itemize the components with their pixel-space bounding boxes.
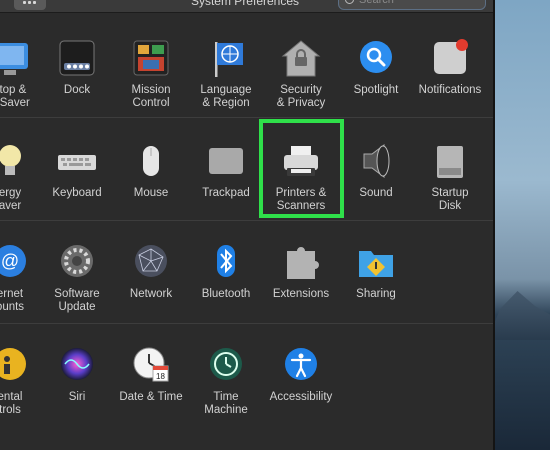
search-field[interactable] — [338, 0, 486, 10]
at-sign-icon: @ — [0, 243, 30, 283]
desktop-background — [490, 0, 550, 450]
sharing-folder-icon — [356, 243, 396, 283]
pref-label: Sound — [359, 187, 393, 199]
pref-notifications[interactable]: Notifications — [408, 39, 492, 97]
pref-label: Startup Disk — [431, 187, 469, 212]
pref-label: Security & Privacy — [276, 84, 326, 109]
speaker-icon — [356, 142, 396, 182]
search-input[interactable] — [359, 0, 479, 7]
pref-label: Bluetooth — [201, 288, 251, 300]
pref-label: Time Machine — [204, 391, 248, 416]
printers-highlight-box — [259, 119, 344, 218]
keyboard-icon — [57, 142, 97, 182]
pref-label: Siri — [68, 391, 86, 403]
pref-language-region[interactable]: Language & Region — [184, 39, 268, 110]
parental-controls-icon — [0, 346, 30, 386]
pref-label: Dock — [63, 84, 91, 96]
pref-label: Network — [129, 288, 173, 300]
pref-label: Mouse — [133, 187, 169, 199]
search-icon — [345, 0, 354, 4]
row-divider — [0, 117, 493, 118]
pref-bluetooth[interactable]: Bluetooth — [184, 243, 268, 301]
pref-siri[interactable]: Siri — [35, 346, 119, 404]
pref-label: Accessibility — [269, 391, 333, 403]
row-divider — [0, 323, 493, 324]
dock-icon — [57, 39, 97, 79]
lightbulb-icon — [0, 142, 30, 182]
mountain-shape — [490, 291, 550, 345]
pref-label: Notifications — [418, 84, 482, 96]
pref-time-machine[interactable]: Time Machine — [184, 346, 268, 417]
pref-label: Extensions — [272, 288, 330, 300]
svg-text:18: 18 — [156, 372, 165, 381]
pref-label: Keyboard — [52, 187, 102, 199]
pref-label: Spotlight — [353, 84, 399, 96]
svg-text:@: @ — [1, 251, 19, 271]
pref-label: Mission Control — [131, 84, 171, 109]
show-all-grid-button[interactable] — [14, 0, 46, 10]
house-lock-icon — [281, 39, 321, 79]
flag-globe-icon — [206, 39, 246, 79]
lake-shape — [490, 340, 550, 450]
pref-keyboard[interactable]: Keyboard — [35, 142, 119, 200]
pref-dock[interactable]: Dock — [35, 39, 119, 97]
clock-calendar-icon: 18 — [131, 346, 171, 386]
pref-mouse[interactable]: Mouse — [109, 142, 193, 200]
puzzle-piece-icon — [281, 243, 321, 283]
trackpad-icon — [206, 142, 246, 182]
pref-sound[interactable]: Sound — [334, 142, 418, 200]
spotlight-icon — [356, 39, 396, 79]
pref-mission-control[interactable]: Mission Control — [109, 39, 193, 110]
pref-label: Trackpad — [202, 187, 250, 199]
network-globe-icon — [131, 243, 171, 283]
pref-startup-disk[interactable]: Startup Disk — [408, 142, 492, 213]
pref-label: Software Update — [54, 288, 100, 313]
pref-accessibility[interactable]: Accessibility — [259, 346, 343, 404]
pref-extensions[interactable]: Extensions — [259, 243, 343, 301]
pref-date-time[interactable]: 18 Date & Time — [109, 346, 193, 404]
mouse-icon — [131, 142, 171, 182]
pref-label: Language & Region — [200, 84, 252, 109]
pref-label: Date & Time — [119, 391, 183, 403]
pref-software-update[interactable]: Software Update — [35, 243, 119, 314]
pref-network[interactable]: Network — [109, 243, 193, 301]
pref-label: Sharing — [356, 288, 396, 300]
time-machine-icon — [206, 346, 246, 386]
mission-control-icon — [131, 39, 171, 79]
gear-icon — [57, 243, 97, 283]
siri-icon — [57, 346, 97, 386]
pref-spotlight[interactable]: Spotlight — [334, 39, 418, 97]
title-bar: System Preferences — [0, 0, 493, 13]
pref-trackpad[interactable]: Trackpad — [184, 142, 268, 200]
hard-disk-icon — [430, 142, 470, 182]
system-preferences-window: System Preferences ktop & n Saver Dock M… — [0, 0, 495, 450]
row-divider — [0, 220, 493, 221]
pref-security-privacy[interactable]: Security & Privacy — [259, 39, 343, 110]
accessibility-icon — [281, 346, 321, 386]
bluetooth-icon — [206, 243, 246, 283]
pref-sharing[interactable]: Sharing — [334, 243, 418, 301]
notifications-icon — [430, 39, 470, 79]
desktop-screensaver-icon — [0, 39, 30, 79]
